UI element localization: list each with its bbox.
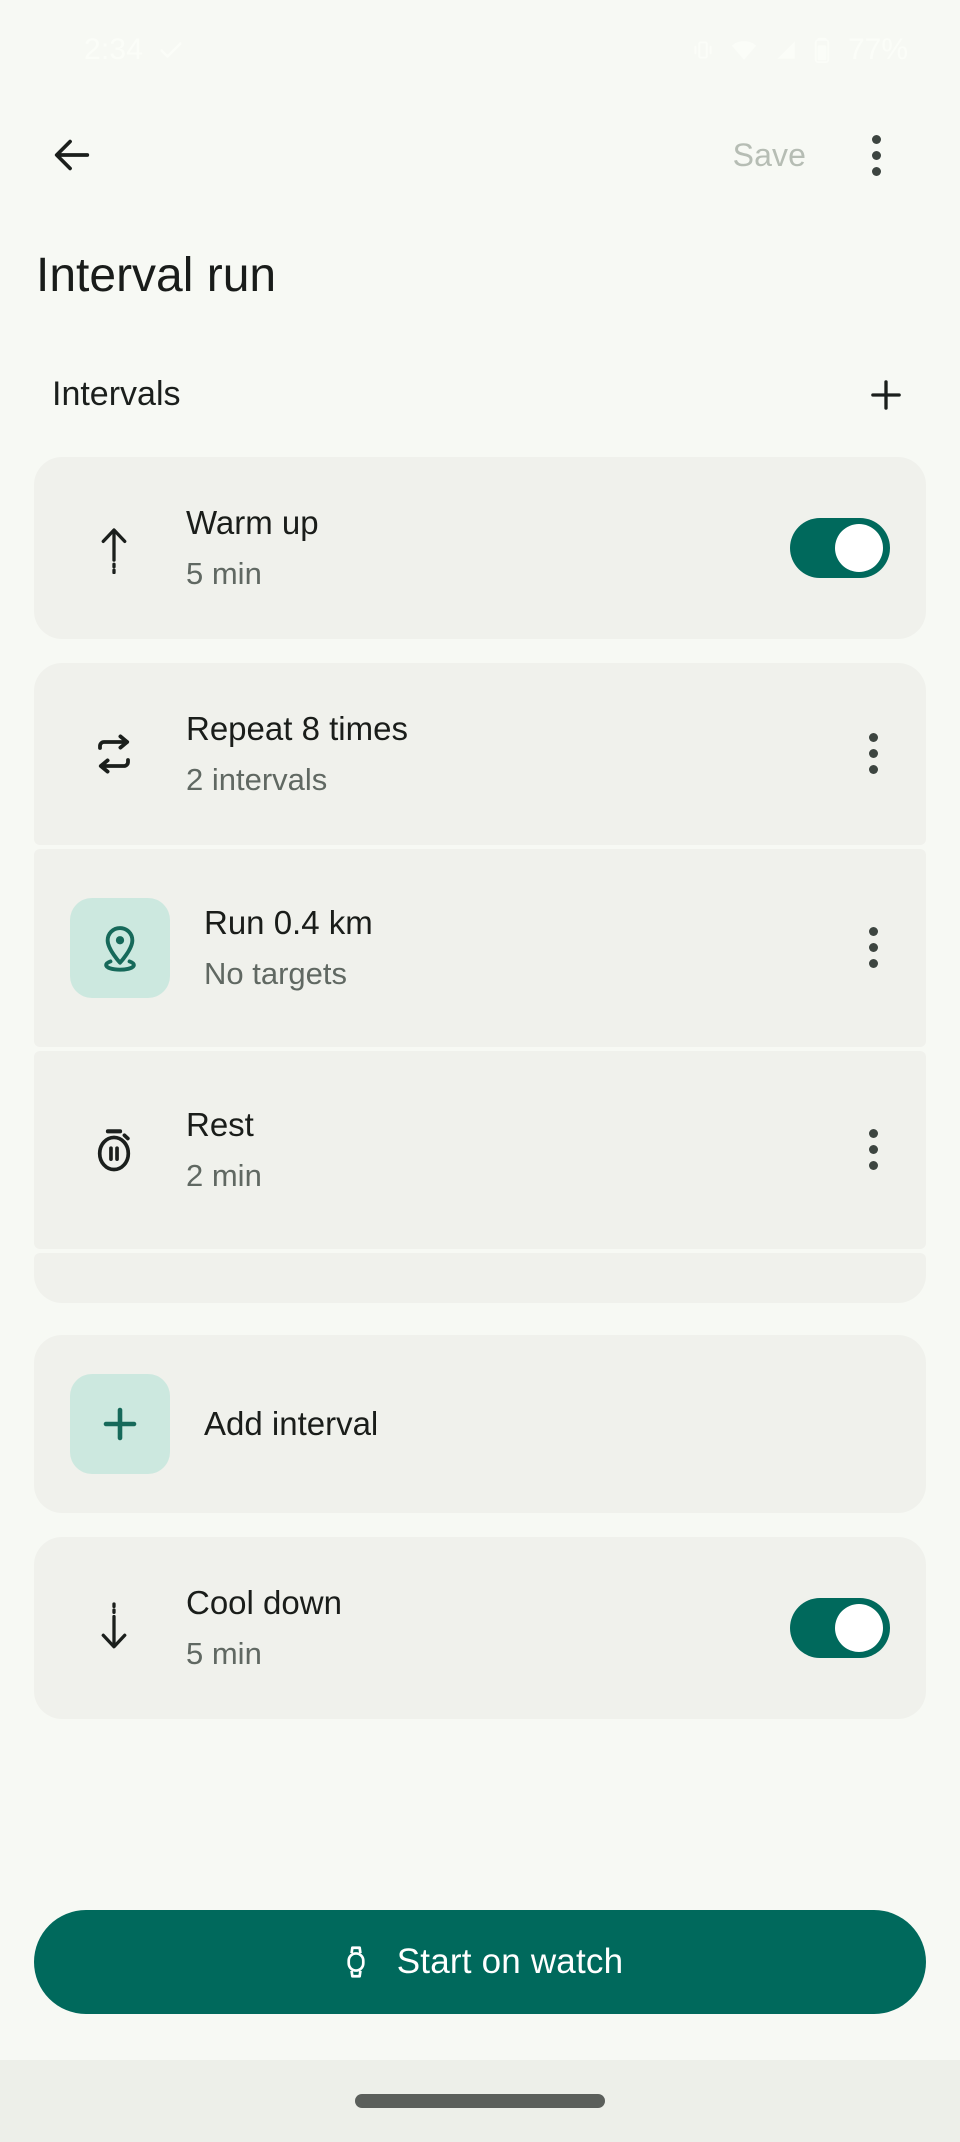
run-text: Run 0.4 km No targets bbox=[170, 902, 820, 993]
rest-text: Rest 2 min bbox=[152, 1104, 820, 1195]
add-interval-card[interactable]: Add interval bbox=[34, 1334, 926, 1513]
vibrate-icon bbox=[694, 41, 712, 59]
start-on-watch-button[interactable]: Start on watch bbox=[34, 1910, 926, 2014]
gesture-navigation-bar bbox=[0, 2060, 960, 2142]
cool-down-toggle[interactable] bbox=[790, 1597, 890, 1658]
add-interval-header-button[interactable] bbox=[852, 361, 920, 429]
more-vert-icon bbox=[871, 134, 881, 176]
repeat-options-button[interactable] bbox=[837, 710, 909, 798]
plus-icon bbox=[103, 1407, 137, 1441]
more-vert-icon bbox=[868, 1129, 878, 1171]
interval-title: Warm up bbox=[186, 504, 319, 542]
rest-trailing bbox=[820, 1106, 926, 1194]
more-options-button[interactable] bbox=[840, 119, 912, 191]
gesture-handle[interactable] bbox=[355, 2094, 605, 2108]
status-bar-right: 77% bbox=[690, 33, 908, 67]
wifi-icon bbox=[731, 41, 757, 60]
add-interval-icon-tile bbox=[70, 1373, 170, 1474]
repeat-text: Repeat 8 times 2 intervals bbox=[152, 708, 820, 799]
status-bar: 2:34 77% bbox=[0, 0, 960, 100]
page-title: Interval run bbox=[36, 249, 277, 302]
add-interval-label: Add interval bbox=[204, 1404, 379, 1442]
warm-up-icon-slot bbox=[76, 522, 152, 574]
warm-up-toggle[interactable] bbox=[790, 517, 890, 578]
cta-container: Start on watch bbox=[0, 1910, 960, 2060]
save-button[interactable]: Save bbox=[711, 127, 828, 184]
back-button[interactable] bbox=[36, 119, 108, 191]
battery-percent-label: 77% bbox=[847, 33, 908, 66]
repeat-block-end bbox=[34, 1252, 926, 1303]
more-vert-icon bbox=[868, 733, 878, 775]
intervals-section-header: Intervals bbox=[0, 303, 960, 429]
check-icon bbox=[160, 42, 182, 58]
arrow-up-dashed-icon bbox=[101, 528, 127, 574]
interval-card-rest[interactable]: Rest 2 min bbox=[34, 1050, 926, 1249]
interval-title: Run 0.4 km bbox=[204, 904, 373, 942]
repeat-trailing bbox=[820, 710, 926, 798]
cta-label: Start on watch bbox=[396, 1942, 624, 1981]
rest-icon-slot bbox=[76, 1124, 152, 1176]
interval-subtitle: 5 min bbox=[186, 1635, 262, 1671]
back-arrow-icon bbox=[54, 139, 90, 171]
add-interval-text: Add interval bbox=[170, 1403, 926, 1445]
interval-card-run[interactable]: Run 0.4 km No targets bbox=[34, 848, 926, 1047]
run-trailing bbox=[820, 904, 926, 992]
interval-card-cool-down[interactable]: Cool down 5 min bbox=[34, 1536, 926, 1719]
cell-signal-icon bbox=[777, 41, 795, 59]
more-vert-icon bbox=[868, 927, 878, 969]
interval-subtitle: 5 min bbox=[186, 555, 262, 591]
arrow-down-dashed-icon bbox=[101, 1602, 127, 1649]
rest-options-button[interactable] bbox=[837, 1106, 909, 1194]
stopwatch-pause-icon bbox=[97, 1129, 131, 1172]
interval-card-warm-up[interactable]: Warm up 5 min bbox=[34, 456, 926, 639]
section-title: Intervals bbox=[52, 375, 181, 414]
run-icon-tile bbox=[70, 897, 170, 998]
app-screen: 2:34 77% Save Interval run Intervals War… bbox=[0, 0, 960, 2142]
cool-down-text: Cool down 5 min bbox=[152, 1582, 790, 1673]
repeat-icon-slot bbox=[76, 730, 152, 778]
status-time: 2:34 bbox=[84, 33, 144, 66]
interval-subtitle: 2 min bbox=[186, 1157, 262, 1193]
toggle-knob bbox=[835, 1603, 883, 1652]
location-pin-icon bbox=[104, 925, 136, 972]
interval-subtitle: No targets bbox=[204, 955, 348, 991]
interval-subtitle: 2 intervals bbox=[186, 761, 328, 797]
warm-up-text: Warm up 5 min bbox=[152, 502, 790, 593]
interval-title: Cool down bbox=[186, 1584, 342, 1622]
repeat-icon bbox=[98, 734, 130, 774]
status-bar-left: 2:34 bbox=[84, 33, 185, 67]
cool-down-icon-slot bbox=[76, 1602, 152, 1654]
battery-icon bbox=[814, 37, 830, 64]
toggle-knob bbox=[835, 523, 883, 572]
interval-title: Rest bbox=[186, 1106, 254, 1144]
intervals-list: Warm up 5 min Repeat 8 times 2 intervals bbox=[0, 429, 960, 1719]
plus-icon bbox=[871, 380, 901, 410]
interval-title: Repeat 8 times bbox=[186, 710, 408, 748]
run-options-button[interactable] bbox=[837, 904, 909, 992]
watch-icon bbox=[347, 1946, 365, 1978]
app-bar: Save bbox=[0, 100, 960, 210]
interval-card-repeat[interactable]: Repeat 8 times 2 intervals bbox=[34, 662, 926, 845]
